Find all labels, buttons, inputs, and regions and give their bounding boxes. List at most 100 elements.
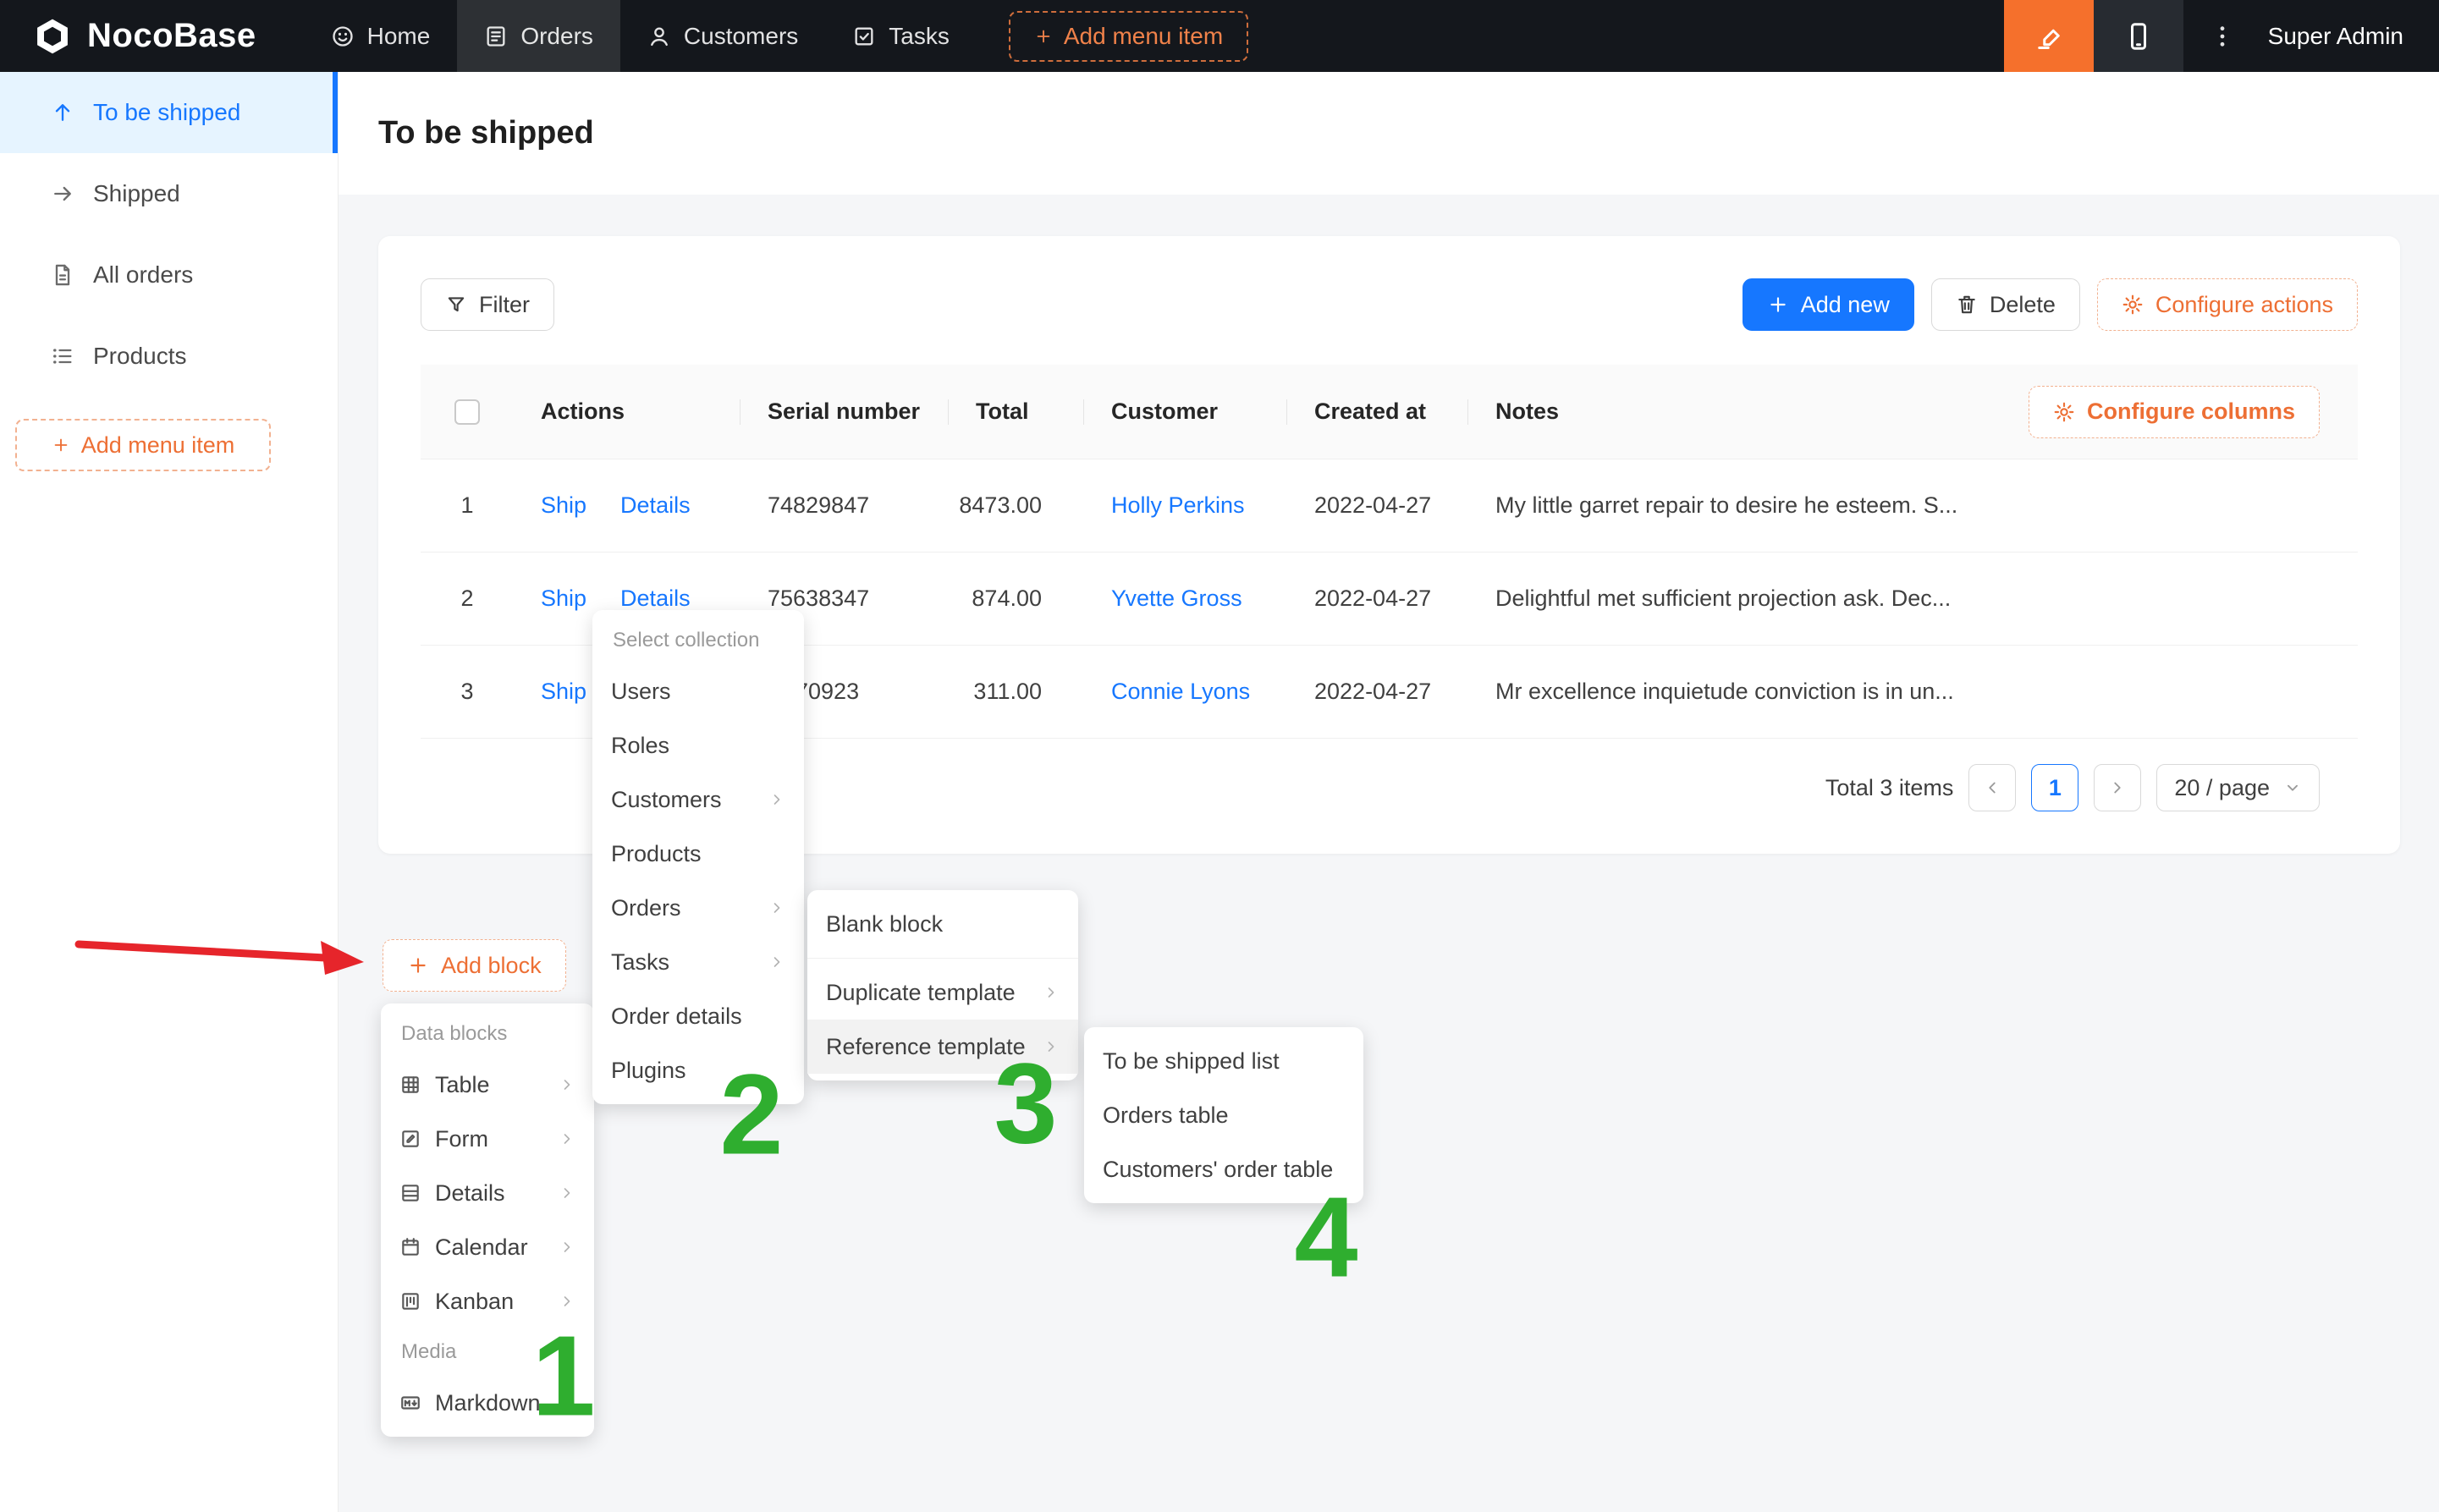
menu-item-customers[interactable]: Customers (592, 772, 804, 827)
details-link[interactable]: Details (620, 586, 691, 612)
mobile-preview-button[interactable] (2094, 0, 2183, 72)
menu-item-label: Kanban (435, 1289, 545, 1315)
notes-text: Delightful met sufficient projection ask… (1495, 586, 1951, 612)
sidebar-item-products[interactable]: Products (0, 316, 338, 397)
pagination-prev-button[interactable] (1968, 764, 2016, 811)
ship-link[interactable]: Ship (541, 586, 586, 612)
column-header-notes: Notes (1495, 399, 1559, 425)
sidebar-item-all-orders[interactable]: All orders (0, 234, 338, 316)
nocobase-app: NocoBase Home Orders Customers Tasks (0, 0, 2439, 1512)
brand[interactable]: NocoBase (0, 15, 304, 58)
delete-button-label: Delete (1990, 292, 2056, 318)
configure-actions-label: Configure actions (2155, 292, 2333, 318)
sidebar-add-menu-item-button[interactable]: Add menu item (15, 419, 271, 471)
nav-item-tasks[interactable]: Tasks (825, 0, 977, 72)
ship-link[interactable]: Ship (541, 679, 586, 705)
chevron-right-icon (559, 1076, 575, 1093)
sidebar-item-label: Shipped (93, 180, 180, 207)
page-header: To be shipped (339, 72, 2439, 195)
sidebar-item-shipped[interactable]: Shipped (0, 153, 338, 234)
filter-button-label: Filter (479, 292, 530, 318)
sidebar-item-label: Products (93, 343, 187, 370)
arrow-up-icon (51, 101, 74, 124)
user-icon (647, 25, 671, 48)
chevron-right-icon (559, 1185, 575, 1201)
select-all-checkbox[interactable] (454, 399, 480, 425)
annotation-step-4: 4 (1294, 1180, 1357, 1295)
menu-item-users[interactable]: Users (592, 664, 804, 718)
nav-item-orders[interactable]: Orders (457, 0, 620, 72)
menu-item-tasks[interactable]: Tasks (592, 935, 804, 989)
select-all-cell (421, 365, 514, 459)
brand-name: NocoBase (87, 17, 256, 55)
menu-item-to-be-shipped-list[interactable]: To be shipped list (1084, 1034, 1363, 1088)
menu-section-header-select-collection: Select collection (592, 617, 804, 664)
delete-button[interactable]: Delete (1931, 278, 2080, 331)
chevron-right-icon (559, 1239, 575, 1256)
topnav-add-menu-item-label: Add menu item (1064, 23, 1223, 50)
filter-button[interactable]: Filter (421, 278, 554, 331)
configure-columns-button[interactable]: Configure columns (2029, 386, 2320, 438)
add-new-button-label: Add new (1801, 292, 1890, 318)
menu-item-blank-block[interactable]: Blank block (807, 897, 1078, 951)
menu-item-roles[interactable]: Roles (592, 718, 804, 772)
pagination-next-button[interactable] (2094, 764, 2141, 811)
sidebar-item-label: All orders (93, 261, 193, 289)
chevron-right-icon (559, 1130, 575, 1147)
menu-item-calendar[interactable]: Calendar (381, 1220, 594, 1274)
row-index: 3 (421, 646, 514, 738)
smile-icon (331, 25, 355, 48)
menu-item-order-details[interactable]: Order details (592, 989, 804, 1043)
total-cell: 8473.00 (949, 459, 1084, 552)
chevron-right-icon (1043, 984, 1060, 1001)
configure-actions-button[interactable]: Configure actions (2097, 278, 2358, 331)
menu-item-orders[interactable]: Orders (592, 881, 804, 935)
annotation-step-1: 1 (531, 1319, 595, 1433)
menu-item-table[interactable]: Table (381, 1058, 594, 1112)
user-menu[interactable]: Super Admin (2261, 23, 2439, 50)
plus-icon (52, 436, 70, 454)
add-block-label: Add block (441, 953, 542, 979)
page-size-select[interactable]: 20 / page (2156, 764, 2320, 811)
nav-item-label: Customers (684, 23, 798, 50)
column-header-created-at: Created at (1287, 365, 1468, 459)
customer-link[interactable]: Yvette Gross (1111, 586, 1242, 612)
select-collection-menu: Select collection Users Roles Customers … (592, 610, 804, 1104)
serial-number-cell: 74829847 (741, 459, 949, 552)
menu-item-details[interactable]: Details (381, 1166, 594, 1220)
menu-item-products[interactable]: Products (592, 827, 804, 881)
customer-link[interactable]: Holly Perkins (1111, 492, 1245, 519)
gear-icon (2122, 294, 2144, 316)
form-icon (399, 1128, 421, 1150)
menu-item-label: Users (611, 679, 785, 705)
pagination-page-1[interactable]: 1 (2031, 764, 2078, 811)
customer-link[interactable]: Connie Lyons (1111, 679, 1250, 705)
chevron-left-icon (1983, 778, 2001, 797)
menu-item-label: Customers (611, 787, 755, 813)
menu-item-label: Orders (611, 895, 755, 921)
ui-editor-button[interactable] (2004, 0, 2094, 72)
menu-item-orders-table[interactable]: Orders table (1084, 1088, 1363, 1142)
menu-item-label: Order details (611, 1003, 785, 1030)
more-menu-button[interactable] (2183, 0, 2261, 72)
nav-item-label: Tasks (889, 23, 950, 50)
topnav-add-menu-item-button[interactable]: Add menu item (1009, 11, 1248, 62)
configure-columns-label: Configure columns (2087, 399, 2295, 425)
chevron-down-icon (2283, 778, 2302, 797)
nav-item-home[interactable]: Home (304, 0, 458, 72)
annotation-step-3: 3 (994, 1047, 1057, 1161)
add-new-button[interactable]: Add new (1743, 278, 1914, 331)
table-toolbar: Filter Add new Delete (421, 278, 2358, 331)
menu-item-duplicate-template[interactable]: Duplicate template (807, 965, 1078, 1020)
arrow-right-icon (51, 182, 74, 206)
details-link[interactable]: Details (620, 492, 691, 519)
page-title: To be shipped (378, 115, 594, 151)
chevron-right-icon (768, 954, 785, 970)
table-row: 1 Ship Details 74829847 8473.00 Holly Pe… (421, 459, 2358, 553)
nav-item-customers[interactable]: Customers (620, 0, 825, 72)
add-block-button[interactable]: Add block (383, 939, 566, 992)
sidebar-item-to-be-shipped[interactable]: To be shipped (0, 72, 338, 153)
menu-item-form[interactable]: Form (381, 1112, 594, 1166)
mobile-icon (2123, 21, 2154, 52)
ship-link[interactable]: Ship (541, 492, 586, 519)
